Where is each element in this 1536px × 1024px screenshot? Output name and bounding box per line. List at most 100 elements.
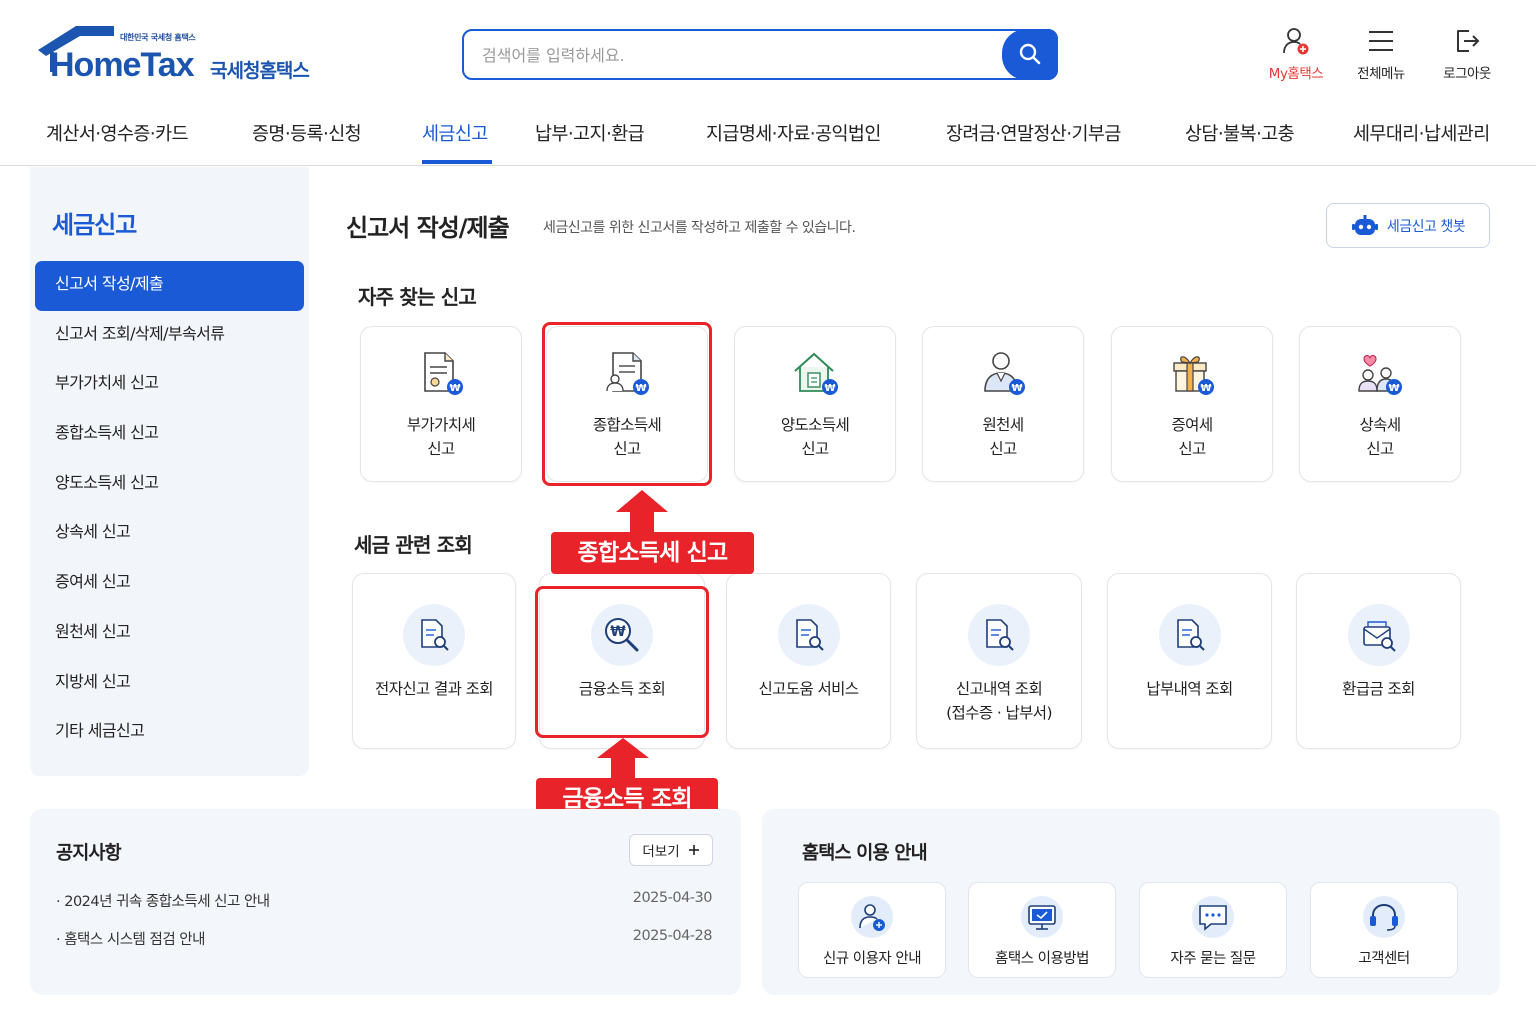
global-navigation: 계산서·영수증·카드 증명·등록·신청 세금신고 납부·고지·환급 지급명세·자…	[0, 104, 1536, 166]
full-menu-label: 전체메뉴	[1357, 66, 1405, 82]
sidebar-item-lookup-delete[interactable]: 신고서 조회/삭제/부속서류	[35, 311, 304, 361]
headset-icon	[1363, 896, 1405, 938]
page-title: 신고서 작성/제출	[346, 214, 510, 242]
card-withholding-tax-filing[interactable]: ₩ 원천세 신고	[922, 326, 1084, 482]
card-vat-filing[interactable]: ₩ 부가가치세 신고	[360, 326, 522, 482]
card-e-filing-result[interactable]: 전자신고 결과 조회	[352, 573, 516, 749]
card-label-line1: 납부내역 조회	[1146, 680, 1233, 698]
notice-item[interactable]: · 홈택스 시스템 점검 안내 2025-04-28	[56, 928, 713, 949]
callout-income-tax: 종합소득세 신고	[551, 532, 754, 574]
card-label-line1: 상속세	[1359, 416, 1402, 434]
document-search-icon	[421, 619, 449, 651]
card-label-line1: 신고도움 서비스	[758, 680, 860, 698]
sidebar-item-gift-tax[interactable]: 증여세 신고	[35, 559, 304, 609]
svg-text:₩: ₩	[449, 383, 460, 394]
notice-date: 2025-04-28	[632, 928, 713, 944]
card-income-tax-filing[interactable]: ₩ 종합소득세 신고	[546, 326, 708, 482]
card-label-line1: 원천세	[982, 416, 1025, 434]
nav-item-payment[interactable]: 납부·고지·환급	[535, 120, 645, 146]
guide-faq[interactable]: 자주 묻는 질문	[1139, 882, 1287, 978]
guide-label: 홈택스 이용방법	[995, 951, 1090, 967]
logo-subtitle: 대한민국 국세청 홈택스	[120, 33, 196, 42]
logout-button[interactable]: 로그아웃	[1427, 24, 1507, 82]
notice-date: 2025-04-30	[632, 890, 713, 906]
card-label-line1: 금융소득 조회	[578, 680, 666, 698]
nav-item-statements[interactable]: 지급명세·자료·공익법인	[706, 120, 881, 146]
sidebar-item-withholding-tax[interactable]: 원천세 신고	[35, 609, 304, 659]
my-hometax-button[interactable]: My홈택스	[1256, 24, 1336, 82]
svg-text:₩: ₩	[1388, 383, 1399, 394]
sidebar-item-write-submit[interactable]: 신고서 작성/제출	[35, 261, 304, 311]
card-filing-help-service[interactable]: 신고도움 서비스	[726, 573, 891, 749]
tax-chatbot-button[interactable]: 세금신고 챗봇	[1326, 203, 1490, 248]
income-tax-document-icon: ₩	[606, 352, 649, 395]
card-filing-history-lookup[interactable]: 신고내역 조회 (접수증 · 납부서)	[916, 573, 1082, 749]
card-payment-history-lookup[interactable]: 납부내역 조회	[1107, 573, 1272, 749]
lookup-section-title: 세금 관련 조회	[354, 533, 473, 557]
arrow-up-icon	[597, 738, 649, 778]
more-button[interactable]: 더보기	[629, 834, 713, 866]
sidebar-item-vat[interactable]: 부가가치세 신고	[35, 360, 304, 410]
document-search-icon	[986, 619, 1014, 651]
card-financial-income-lookup[interactable]: ₩ 금융소득 조회	[539, 573, 705, 749]
gift-icon: ₩	[1173, 356, 1214, 395]
nav-item-tax-filing[interactable]: 세금신고	[422, 120, 488, 146]
more-label: 더보기	[642, 844, 680, 860]
full-menu-button[interactable]: 전체메뉴	[1341, 24, 1421, 82]
card-label-line2: 신고	[427, 440, 455, 458]
notice-title: 공지사항	[56, 843, 122, 864]
new-user-icon	[851, 896, 893, 938]
hamburger-menu-icon	[1369, 31, 1393, 51]
notice-panel: 공지사항 더보기 · 2024년 귀속 종합소득세 신고 안내 2025-04-…	[30, 809, 741, 995]
guide-how-to-use[interactable]: 홈택스 이용방법	[968, 882, 1116, 978]
envelope-search-icon	[1362, 621, 1396, 652]
nav-active-indicator	[422, 160, 492, 164]
card-refund-lookup[interactable]: 환급금 조회	[1296, 573, 1461, 749]
card-label-line1: 신고내역 조회	[955, 680, 1043, 698]
sidebar: 세금신고 신고서 작성/제출 신고서 조회/삭제/부속서류 부가가치세 신고 종…	[30, 167, 309, 776]
sidebar-title: 세금신고	[52, 211, 137, 239]
won-magnifier-icon: ₩	[605, 618, 639, 652]
notice-item[interactable]: · 2024년 귀속 종합소득세 신고 안내 2025-04-30	[56, 890, 713, 911]
frequent-section-title: 자주 찾는 신고	[358, 285, 477, 309]
logout-icon	[1457, 30, 1480, 52]
svg-text:₩: ₩	[635, 383, 646, 394]
sidebar-item-transfer-tax[interactable]: 양도소득세 신고	[35, 460, 304, 510]
sidebar-item-other-tax[interactable]: 기타 세금신고	[35, 708, 304, 758]
guide-title: 홈택스 이용 안내	[802, 843, 928, 864]
hometax-logo[interactable]: 대한민국 국세청 홈택스 HomeTax 국세청홈택스	[36, 22, 336, 86]
sidebar-menu: 신고서 작성/제출 신고서 조회/삭제/부속서류 부가가치세 신고 종합소득세 …	[35, 261, 304, 758]
card-label-line2: 신고	[1178, 440, 1206, 458]
card-label-line1: 종합소득세	[592, 416, 662, 434]
notice-text: 2024년 귀속 종합소득세 신고 안내	[64, 894, 270, 910]
bullet-dot: ·	[56, 932, 65, 948]
sidebar-item-local-tax[interactable]: 지방세 신고	[35, 659, 304, 709]
logout-label: 로그아웃	[1443, 66, 1491, 82]
guide-new-user[interactable]: 신규 이용자 안내	[798, 882, 946, 978]
card-inheritance-tax-filing[interactable]: ₩ 상속세 신고	[1299, 326, 1461, 482]
guide-customer-center[interactable]: 고객센터	[1310, 882, 1458, 978]
document-search-icon	[795, 619, 824, 651]
sidebar-item-inheritance-tax[interactable]: 상속세 신고	[35, 509, 304, 559]
nav-item-tax-agent[interactable]: 세무대리·납세관리	[1353, 120, 1490, 146]
document-search-icon	[1176, 619, 1205, 651]
chatbot-label: 세금신고 챗봇	[1386, 218, 1466, 235]
sidebar-item-income-tax[interactable]: 종합소득세 신고	[35, 410, 304, 460]
card-label-line1: 전자신고 결과 조회	[375, 680, 494, 698]
svg-text:₩: ₩	[1011, 383, 1022, 394]
nav-item-consulting[interactable]: 상담·불복·고충	[1185, 120, 1295, 146]
nav-item-certificates[interactable]: 증명·등록·신청	[252, 120, 362, 146]
card-label-line2: 신고	[1366, 440, 1394, 458]
monitor-icon	[1021, 896, 1063, 938]
nav-item-receipts[interactable]: 계산서·영수증·카드	[46, 120, 189, 146]
card-label-line2: (접수증 · 납부서)	[946, 704, 1052, 722]
search-button[interactable]	[1002, 28, 1058, 80]
card-transfer-tax-filing[interactable]: ₩ 양도소득세 신고	[734, 326, 896, 482]
search-input[interactable]	[482, 41, 1002, 69]
vat-document-icon: ₩	[424, 352, 463, 395]
card-gift-tax-filing[interactable]: ₩ 증여세 신고	[1111, 326, 1273, 482]
bullet-dot: ·	[56, 894, 65, 910]
guide-panel: 홈택스 이용 안내 신규 이용자 안내 홈택스 이용방법 자주 묻는 질문 고객…	[762, 809, 1500, 995]
robot-icon	[1351, 214, 1378, 235]
nav-item-incentives[interactable]: 장려금·연말정산·기부금	[946, 120, 1121, 146]
